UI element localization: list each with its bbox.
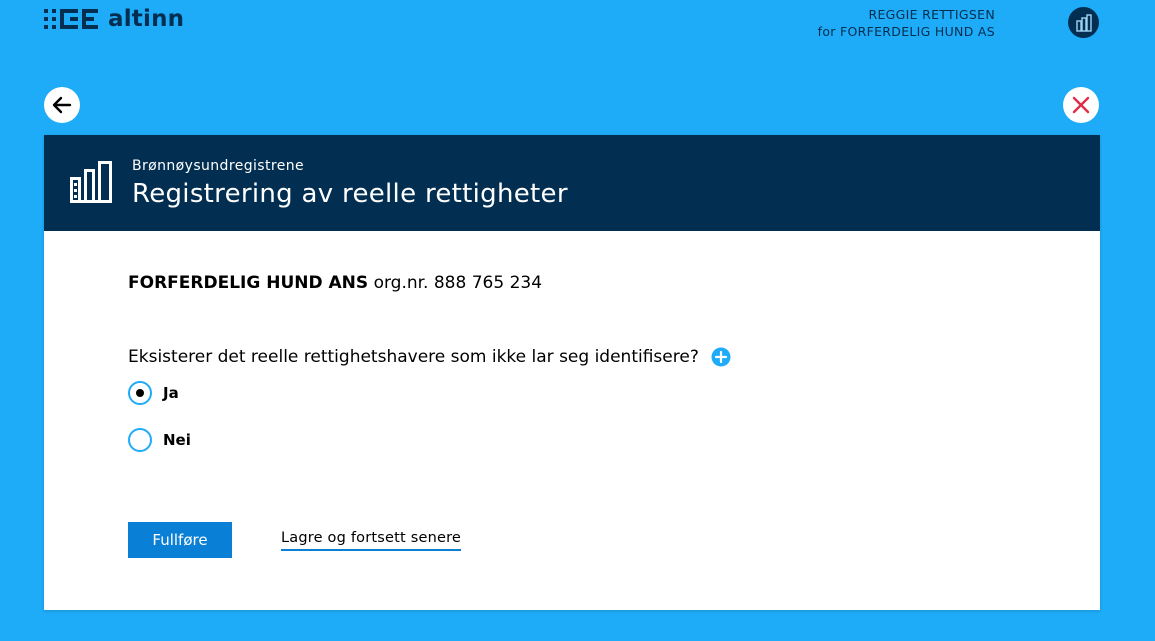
altinn-logo-icon [44,9,98,29]
altinn-logo[interactable]: altinn [44,6,184,32]
agency-name: Brønnøysundregistrene [132,158,305,174]
user-info[interactable]: REGGIE RETTIGSEN for FORFERDELIG HUND AS [818,6,995,40]
radio-button-ja[interactable] [128,381,152,405]
organization-name: FORFERDELIG HUND ANS [128,273,369,293]
radio-label-nei: Nei [163,431,191,449]
question-label: Eksisterer det reelle rettighetshavere s… [128,347,731,367]
arrow-left-icon [52,96,72,114]
top-bar: altinn REGGIE RETTIGSEN for FORFERDELIG … [0,0,1155,60]
building-icon [70,161,112,203]
organization-line: FORFERDELIG HUND ANS org.nr. 888 765 234 [128,273,542,293]
user-name: REGGIE RETTIGSEN [868,7,995,22]
avatar[interactable] [1068,7,1099,38]
radio-button-nei[interactable] [128,428,152,452]
close-button[interactable] [1063,87,1099,123]
radio-label-ja: Ja [163,384,179,402]
user-org: for FORFERDELIG HUND AS [817,24,995,39]
form-card: Brønnøysundregistrene Registrering av re… [44,135,1100,610]
building-icon [1075,13,1092,32]
logo-text: altinn [108,6,185,32]
close-icon [1072,96,1090,114]
question-text: Eksisterer det reelle rettighetshavere s… [128,347,699,367]
submit-button[interactable]: Fullføre [128,522,232,558]
card-header: Brønnøysundregistrene Registrering av re… [44,135,1100,231]
radio-selected-dot [136,389,144,397]
radio-option-nei[interactable]: Nei [128,428,191,452]
radio-option-ja[interactable]: Ja [128,381,179,405]
plus-circle-icon[interactable] [711,347,731,367]
organization-number: org.nr. 888 765 234 [373,273,543,293]
page-title: Registrering av reelle rettigheter [132,179,568,209]
back-button[interactable] [44,87,80,123]
save-later-link[interactable]: Lagre og fortsett senere [281,530,462,551]
